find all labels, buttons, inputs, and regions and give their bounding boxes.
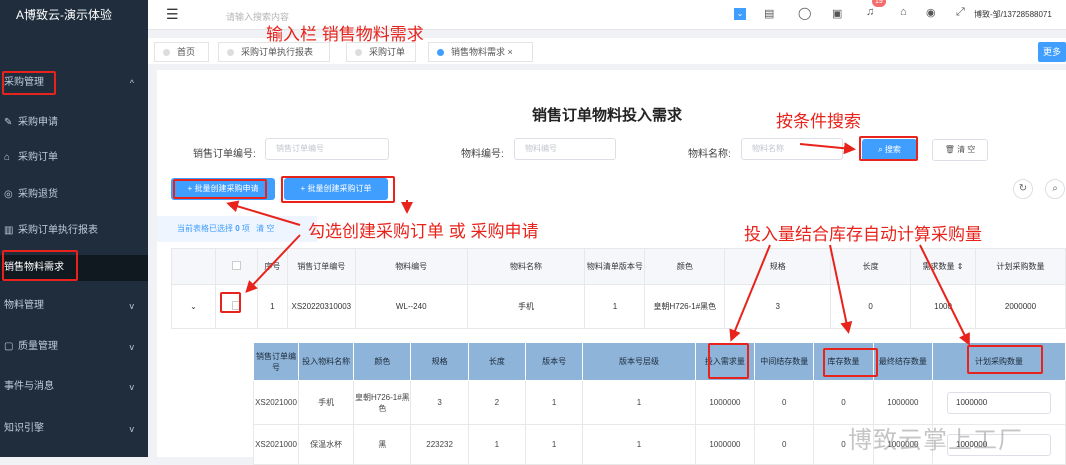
watermark-text: 博致云掌上工厂 — [848, 427, 1023, 454]
arrow-checkbox — [245, 234, 301, 293]
annotation-arrows — [226, 142, 970, 346]
arrow-input-qty — [729, 244, 771, 342]
arrow-request — [226, 200, 301, 226]
arrow-plan-qty — [919, 244, 970, 346]
arrow-search — [799, 142, 856, 155]
arrow-stock-qty — [829, 244, 853, 334]
